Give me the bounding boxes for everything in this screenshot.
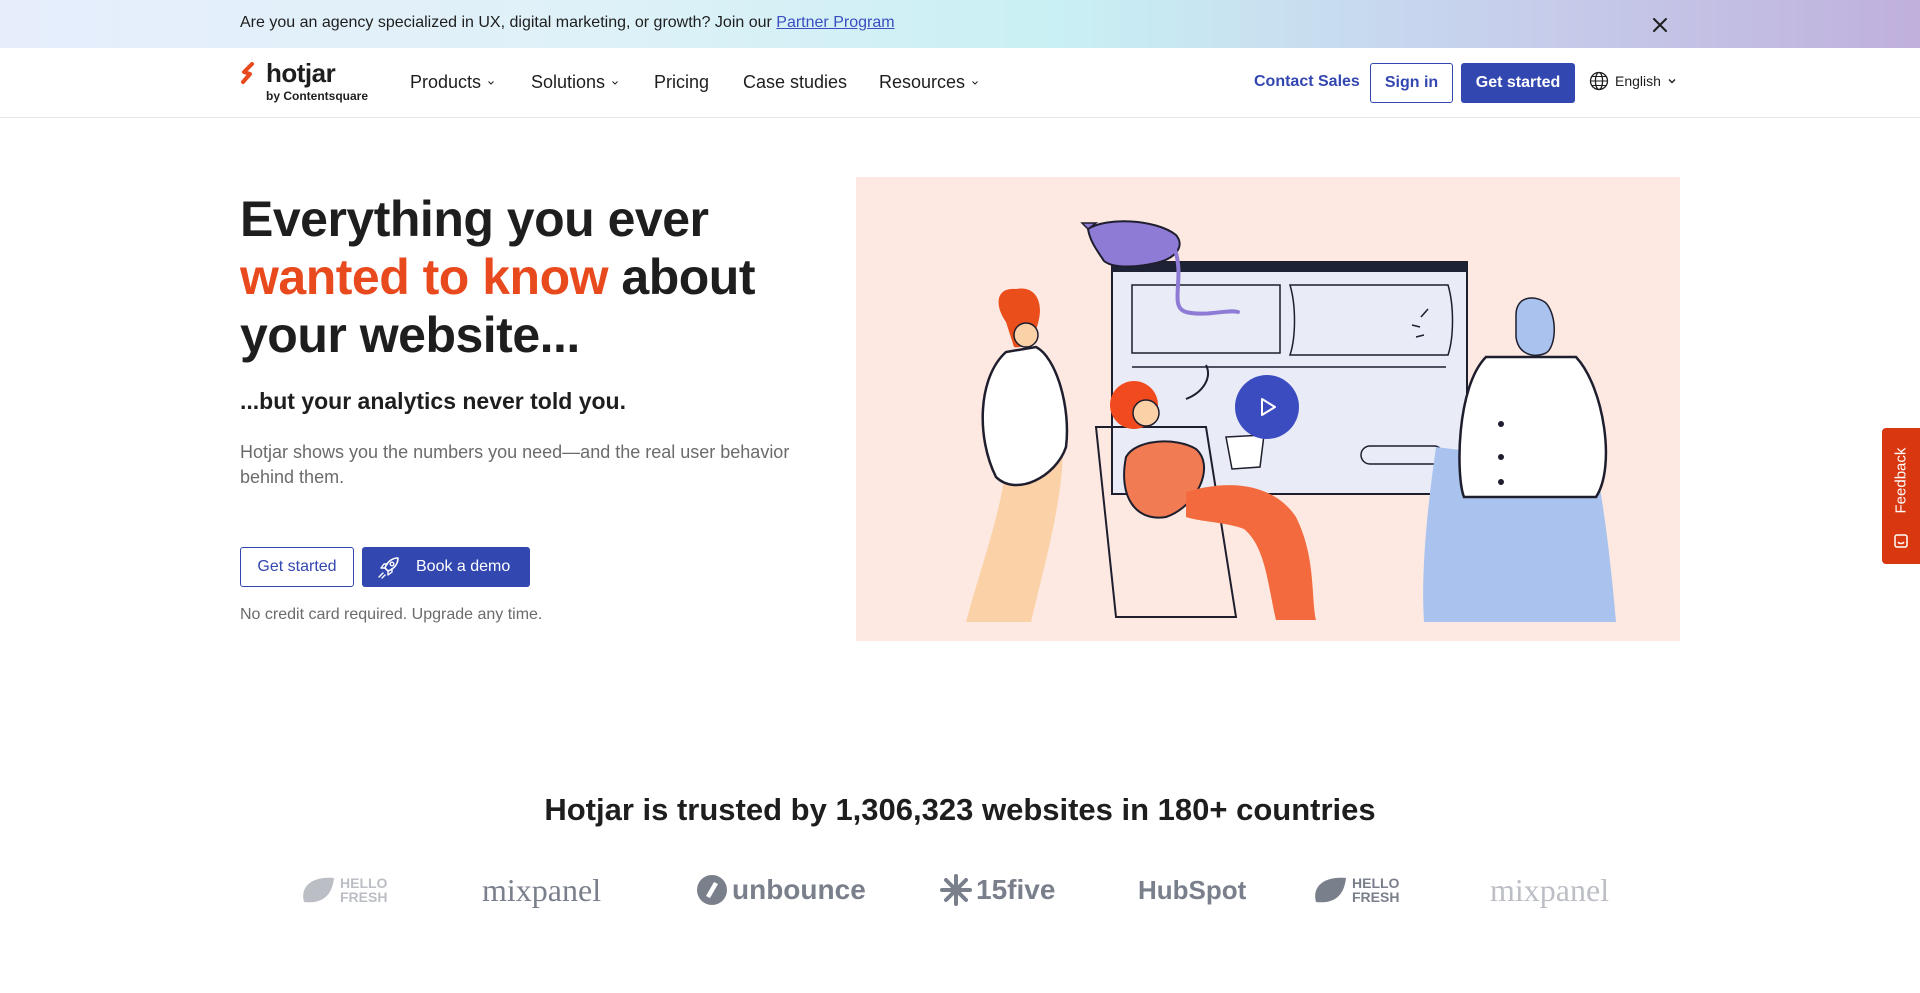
feedback-label: Feedback — [1892, 447, 1910, 514]
language-selector[interactable]: English — [1589, 71, 1677, 91]
nav-resources[interactable]: Resources — [879, 72, 979, 93]
feedback-icon — [1894, 534, 1908, 548]
get-started-nav-button[interactable]: Get started — [1461, 63, 1575, 103]
play-icon — [1261, 398, 1276, 416]
language-label: English — [1615, 73, 1661, 89]
hubspot-logo: HubSpot — [1138, 868, 1246, 912]
logo-label: mixpanel — [482, 871, 602, 908]
chevron-down-icon — [1668, 79, 1676, 84]
nav-products-label: Products — [410, 72, 482, 92]
banner-text: Are you an agency specialized in UX, dig… — [240, 14, 777, 31]
hellofresh-logo: HELLO FRESH — [300, 868, 400, 912]
contact-sales-link[interactable]: Contact Sales — [1254, 73, 1360, 91]
logo-label: unbounce — [732, 874, 866, 905]
hero-title-highlight: wanted to know — [240, 249, 609, 305]
play-video-button[interactable] — [1235, 375, 1299, 439]
rocket-icon — [378, 557, 399, 579]
hellofresh-logo: HELLO FRESH — [1312, 868, 1412, 912]
sign-in-button[interactable]: Sign in — [1370, 63, 1453, 103]
hotjar-logo[interactable]: hotjar by Contentsquare — [240, 58, 372, 108]
book-demo-button[interactable]: Book a demo — [362, 547, 530, 587]
nav-pricing[interactable]: Pricing — [654, 72, 709, 93]
partner-program-link[interactable]: Partner Program — [776, 14, 894, 31]
logo-label: HubSpot — [1138, 874, 1247, 905]
book-demo-label: Book a demo — [416, 558, 511, 575]
nav-pricing-label: Pricing — [654, 72, 710, 92]
chevron-down-icon — [612, 80, 618, 85]
close-icon — [1653, 18, 1667, 32]
globe-icon — [1589, 71, 1609, 91]
announcement-banner: Are you an agency specialized in UX, dig… — [0, 0, 1920, 48]
get-started-button[interactable]: Get started — [240, 547, 354, 587]
mixpanel-logo: mixpanel — [1490, 868, 1609, 912]
feedback-tab[interactable]: Feedback — [1882, 428, 1920, 564]
hero-title-line-1: Everything you ever — [240, 191, 709, 247]
chevron-down-icon — [972, 80, 978, 85]
15five-burst-icon — [940, 874, 972, 906]
nav-case-studies-label: Case studies — [743, 72, 848, 92]
logo-label: HELLO FRESH — [340, 875, 388, 905]
mixpanel-logo: mixpanel — [482, 868, 601, 912]
banner-message: Are you an agency specialized in UX, dig… — [240, 14, 895, 32]
customer-logos: HELLO FRESH mixpanel unbounce 15five Hub… — [300, 868, 1630, 912]
nav-case-studies[interactable]: Case studies — [743, 72, 847, 93]
hero-video-illustration[interactable] — [856, 177, 1680, 641]
15five-logo: 15five — [940, 868, 1055, 912]
unbounce-icon — [697, 875, 727, 905]
main-navigation: hotjar by Contentsquare Products Solutio… — [0, 48, 1920, 118]
chevron-down-icon — [488, 80, 494, 85]
hero-description: Hotjar shows you the numbers you need—an… — [240, 442, 790, 487]
trust-heading: Hotjar is trusted by 1,306,323 websites … — [544, 792, 1376, 827]
nav-resources-label: Resources — [879, 72, 966, 92]
hero-title-line-3: your website... — [240, 307, 580, 363]
logo-label: HELLO FRESH — [1352, 875, 1400, 905]
no-credit-card-note: No credit card required. Upgrade any tim… — [240, 606, 543, 623]
logo-wordmark: hotjar — [266, 58, 336, 88]
hellofresh-leaf-icon — [303, 877, 334, 903]
logo-label: mixpanel — [1490, 871, 1610, 908]
hotjar-flame-icon — [241, 62, 254, 84]
hellofresh-leaf-icon — [1315, 877, 1346, 903]
nav-solutions-label: Solutions — [531, 72, 606, 92]
hero-subtitle: ...but your analytics never told you. — [240, 388, 626, 414]
logo-subtitle: by Contentsquare — [266, 89, 369, 103]
nav-solutions[interactable]: Solutions — [531, 72, 619, 93]
logo-label: 15five — [976, 874, 1056, 905]
hero-title: Everything you ever wanted to know about… — [240, 190, 840, 364]
hero-title-line-2: about — [621, 249, 755, 305]
unbounce-logo: unbounce — [696, 868, 866, 912]
close-banner-button[interactable] — [1648, 13, 1672, 37]
nav-products[interactable]: Products — [410, 72, 495, 93]
